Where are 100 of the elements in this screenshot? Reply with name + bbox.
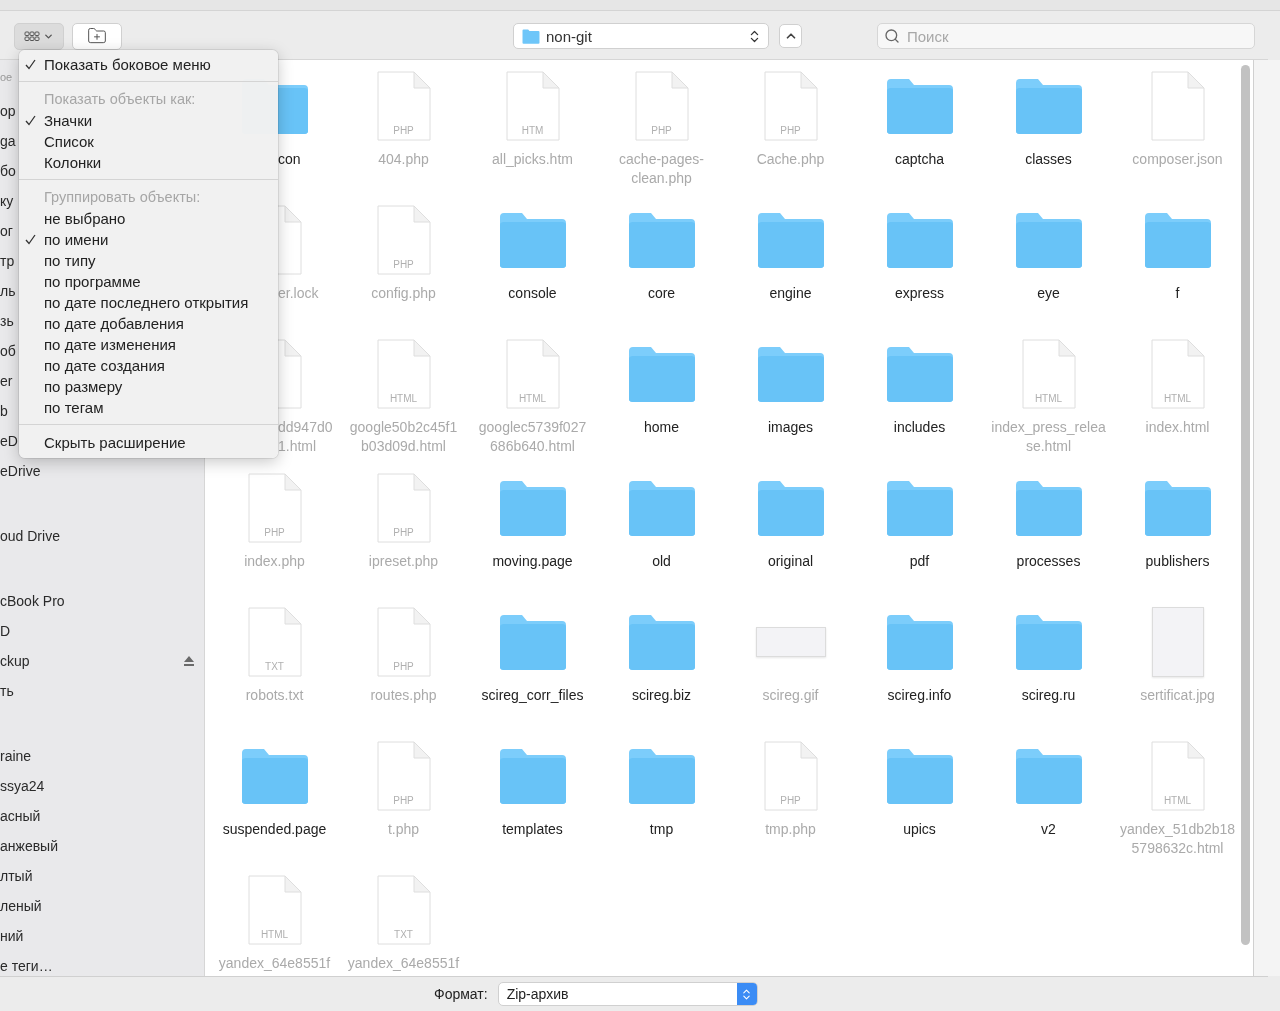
folder-icon	[1013, 479, 1084, 537]
location-popup[interactable]: non-git	[513, 23, 769, 49]
sidebar-item[interactable]: D	[0, 623, 194, 639]
folder-icon	[884, 345, 955, 403]
folder-icon	[755, 479, 826, 537]
folder-name[interactable]: scireg.info	[855, 686, 984, 705]
folder-icon	[522, 28, 540, 44]
menu-item[interactable]: по дате создания	[19, 355, 278, 376]
folder-name[interactable]: f	[1113, 284, 1239, 303]
sidebar-item[interactable]: ть	[0, 683, 194, 699]
document-icon	[506, 339, 559, 409]
document-icon	[635, 71, 688, 141]
document-icon	[1022, 339, 1075, 409]
file-type-label: PHP	[392, 795, 415, 806]
folder-name[interactable]: express	[855, 284, 984, 303]
checkmark-icon	[25, 234, 36, 245]
menu-item[interactable]: по дате последнего открытия	[19, 292, 278, 313]
view-options-button[interactable]	[14, 22, 64, 50]
sidebar-item[interactable]: eDrive	[0, 463, 194, 479]
file-type-label: PHP	[392, 259, 415, 270]
sidebar-item[interactable]: лтый	[0, 868, 194, 884]
folder-name[interactable]: templates	[468, 820, 597, 839]
menu-item[interactable]: Список	[19, 131, 278, 152]
menu-item[interactable]: по тегам	[19, 397, 278, 418]
folder-name[interactable]: v2	[984, 820, 1113, 839]
document-icon	[377, 339, 430, 409]
format-label: Формат:	[434, 986, 488, 1002]
folder-icon	[497, 613, 568, 671]
document-icon	[764, 741, 817, 811]
new-folder-button[interactable]	[72, 22, 122, 50]
menu-item[interactable]: Колонки	[19, 152, 278, 173]
folder-name[interactable]: processes	[984, 552, 1113, 571]
sidebar-item[interactable]: е теги…	[0, 958, 194, 974]
eject-icon[interactable]	[184, 656, 194, 666]
sidebar-item[interactable]: ckup	[0, 653, 184, 669]
menu-item[interactable]: Показать боковое меню	[19, 54, 278, 75]
file-type-label: PHP	[263, 527, 286, 538]
folder-name[interactable]: suspended.page	[210, 820, 339, 839]
menu-item[interactable]: Значки	[19, 110, 278, 131]
sidebar-item[interactable]: анжевый	[0, 838, 194, 854]
document-icon	[506, 71, 559, 141]
folder-icon	[1142, 211, 1213, 269]
folder-name[interactable]: scireg.ru	[984, 686, 1113, 705]
format-popup[interactable]: Zip-архив	[497, 982, 758, 1006]
sidebar-item[interactable]: ssya24	[0, 778, 194, 794]
folder-name[interactable]: home	[597, 418, 726, 437]
folder-name[interactable]: eye	[984, 284, 1113, 303]
menu-item[interactable]: по программе	[19, 271, 278, 292]
menu-item[interactable]: по дате изменения	[19, 334, 278, 355]
checkmark-icon	[25, 115, 36, 126]
folder-name[interactable]: publishers	[1113, 552, 1239, 571]
folder-name[interactable]: classes	[984, 150, 1113, 169]
menu-item[interactable]: по типу	[19, 250, 278, 271]
document-icon	[377, 607, 430, 677]
menu-item[interactable]: по дате добавления	[19, 313, 278, 334]
sidebar-item[interactable]: ний	[0, 928, 194, 944]
folder-name[interactable]: moving.page	[468, 552, 597, 571]
menu-item[interactable]: не выбрано	[19, 208, 278, 229]
menu-item[interactable]: по размеру	[19, 376, 278, 397]
search-input[interactable]: Поиск	[905, 26, 1254, 46]
folder-icon	[626, 211, 697, 269]
expand-button[interactable]	[779, 24, 802, 48]
sidebar-item[interactable]: асный	[0, 808, 194, 824]
folder-icon	[626, 479, 697, 537]
icon-view-icon	[24, 30, 40, 42]
folder-name[interactable]: old	[597, 552, 726, 571]
menu-item[interactable]: Скрыть расширение	[19, 432, 278, 453]
sidebar-item[interactable]: леный	[0, 898, 194, 914]
search-field[interactable]: Поиск	[877, 23, 1255, 49]
folder-name[interactable]: includes	[855, 418, 984, 437]
folder-name[interactable]: captcha	[855, 150, 984, 169]
file-type-label: PHP	[779, 125, 802, 136]
folder-name[interactable]: pdf	[855, 552, 984, 571]
folder-name[interactable]: original	[726, 552, 855, 571]
folder-icon	[1013, 77, 1084, 135]
file-type-label: HTML	[259, 929, 290, 940]
document-icon	[1151, 339, 1204, 409]
sidebar-item[interactable]: raine	[0, 748, 194, 764]
sidebar-item[interactable]: oud Drive	[0, 528, 194, 544]
folder-name[interactable]: scireg_corr_files	[468, 686, 597, 705]
document-icon	[248, 473, 301, 543]
folder-icon	[1013, 211, 1084, 269]
file-type-label: HTML	[388, 393, 419, 404]
folder-name[interactable]: images	[726, 418, 855, 437]
folder-icon	[626, 613, 697, 671]
folder-name[interactable]: engine	[726, 284, 855, 303]
scrollbar-thumb[interactable]	[1241, 65, 1250, 945]
folder-name[interactable]: core	[597, 284, 726, 303]
file-type-label: TXT	[264, 661, 285, 672]
search-icon	[884, 28, 900, 44]
file-type-label: PHP	[392, 125, 415, 136]
folder-icon	[497, 211, 568, 269]
folder-name[interactable]: tmp	[597, 820, 726, 839]
folder-name[interactable]: scireg.biz	[597, 686, 726, 705]
menu-item[interactable]: по имени	[19, 229, 278, 250]
folder-name[interactable]: upics	[855, 820, 984, 839]
sidebar-item[interactable]: cBook Pro	[0, 593, 194, 609]
folder-name[interactable]: console	[468, 284, 597, 303]
folder-icon	[1013, 613, 1084, 671]
folder-plus-icon	[87, 26, 107, 46]
